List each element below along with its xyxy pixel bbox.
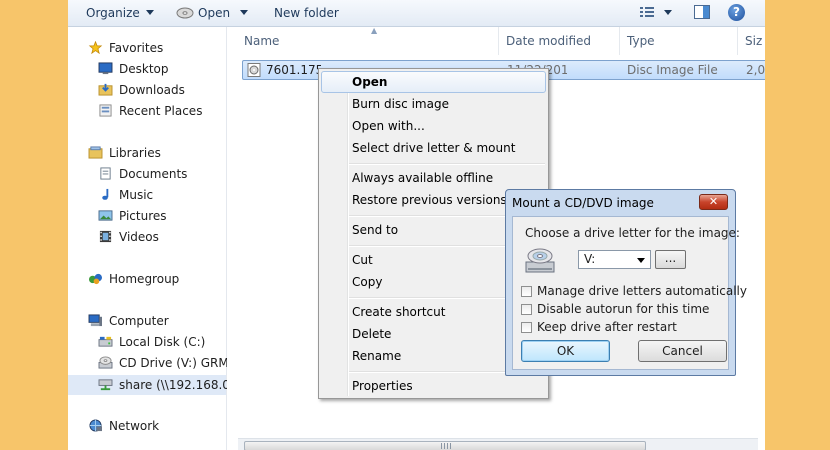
file-type: Disc Image File xyxy=(627,63,718,77)
menu-item-always-available-offline[interactable]: Always available offline xyxy=(352,169,493,187)
column-header-date-modified[interactable]: Date modified xyxy=(499,27,620,55)
menu-item-open[interactable]: Open xyxy=(352,73,387,91)
desktop-icon xyxy=(98,62,113,75)
ok-button[interactable]: OK xyxy=(521,340,610,362)
keep-drive-checkbox[interactable]: Keep drive after restart xyxy=(521,319,677,335)
checkbox-icon xyxy=(521,322,532,333)
libraries-icon xyxy=(88,146,103,159)
column-header-size[interactable]: Siz xyxy=(738,27,765,55)
file-size: 2,0 xyxy=(746,63,765,77)
preview-pane-button[interactable] xyxy=(694,5,710,21)
network-icon xyxy=(89,419,102,432)
browse-button[interactable]: ... xyxy=(655,250,686,269)
preview-pane-icon xyxy=(694,5,710,19)
music-note-icon xyxy=(102,188,109,200)
disc-icon xyxy=(176,7,194,19)
new-folder-button[interactable]: New folder xyxy=(274,5,339,21)
checkbox-icon xyxy=(521,304,532,315)
menu-gutter xyxy=(347,71,349,396)
disable-autorun-checkbox[interactable]: Disable autorun for this time xyxy=(521,301,709,317)
downloads-icon xyxy=(98,83,113,96)
drive-letter-select[interactable]: V: xyxy=(578,250,651,269)
chevron-down-icon xyxy=(664,10,672,15)
scrollbar-thumb[interactable] xyxy=(244,441,646,450)
homegroup-icon xyxy=(89,273,102,285)
organize-button[interactable]: Organize xyxy=(86,5,154,21)
column-header-type[interactable]: Type xyxy=(620,27,738,55)
network-drive-icon xyxy=(98,379,113,391)
recent-places-icon xyxy=(99,104,112,117)
drive-letter-value: V: xyxy=(584,252,596,266)
open-label: Open xyxy=(198,6,231,20)
dialog-title: Mount a CD/DVD image xyxy=(512,196,654,210)
documents-icon xyxy=(100,167,111,180)
sort-up-icon: ▲ xyxy=(371,26,378,35)
dialog-body: Choose a drive letter for the image: V: … xyxy=(512,216,747,370)
menu-item-properties[interactable]: Properties xyxy=(352,377,413,395)
chevron-down-icon xyxy=(240,10,249,15)
menu-item-send-to[interactable]: Send to xyxy=(352,221,398,239)
cd-drive-icon xyxy=(525,248,555,273)
menu-item-rename[interactable]: Rename xyxy=(352,347,401,365)
checkbox-icon xyxy=(521,286,532,297)
pictures-icon xyxy=(98,210,113,221)
menu-item-copy[interactable]: Copy xyxy=(352,273,382,291)
menu-item-create-shortcut[interactable]: Create shortcut xyxy=(352,303,445,321)
menu-item-select-drive-letter[interactable]: Select drive letter & mount xyxy=(352,139,515,157)
chevron-down-icon xyxy=(637,258,645,263)
menu-item-delete[interactable]: Delete xyxy=(352,325,391,343)
computer-icon xyxy=(88,314,102,327)
manage-auto-checkbox[interactable]: Manage drive letters automatically xyxy=(521,283,747,299)
organize-label: Organize xyxy=(86,6,140,20)
command-bar: Organize Open New folder ? xyxy=(68,0,765,27)
cd-drive-icon xyxy=(98,356,113,369)
menu-item-cut[interactable]: Cut xyxy=(352,251,373,269)
chevron-down-icon xyxy=(145,10,154,15)
open-button[interactable]: Open xyxy=(176,5,249,21)
view-options-button[interactable] xyxy=(640,5,672,21)
navigation-pane: Favorites Desktop Downloads Recent Place… xyxy=(68,27,246,450)
column-header-name[interactable]: Name ▲ xyxy=(237,27,499,55)
nav-share[interactable]: share (\\192.168.0.2) xyxy=(68,375,246,395)
disc-image-file-icon xyxy=(247,63,261,77)
cancel-button[interactable]: Cancel xyxy=(638,340,727,362)
close-button[interactable]: ✕ xyxy=(699,194,728,210)
menu-item-open-with[interactable]: Open with... xyxy=(352,117,425,135)
grip-icon xyxy=(441,443,451,449)
mount-dialog: Mount a CD/DVD image ✕ Choose a drive le… xyxy=(505,189,747,376)
help-button[interactable]: ? xyxy=(728,4,745,21)
menu-item-burn-disc-image[interactable]: Burn disc image xyxy=(352,95,449,113)
menu-separator xyxy=(349,163,545,165)
view-list-icon xyxy=(640,7,654,17)
menu-item-restore-previous-versions[interactable]: Restore previous versions xyxy=(352,191,507,209)
file-name: 7601.1751 xyxy=(266,63,321,77)
star-icon xyxy=(88,41,103,54)
horizontal-scrollbar[interactable] xyxy=(238,438,758,450)
drive-letter-prompt: Choose a drive letter for the image: xyxy=(525,226,740,240)
videos-icon xyxy=(99,230,112,243)
hard-drive-icon xyxy=(98,336,113,347)
